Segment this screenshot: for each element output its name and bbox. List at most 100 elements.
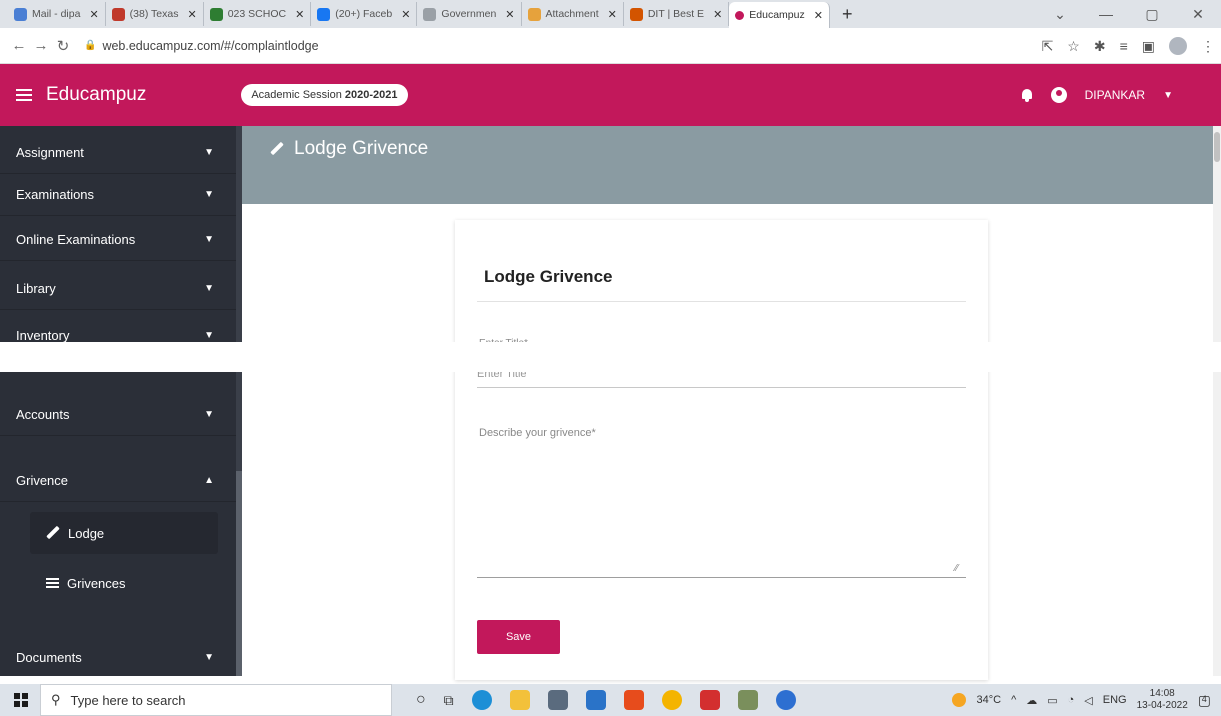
help-icon[interactable] (775, 690, 796, 710)
profile-avatar[interactable] (1169, 37, 1187, 55)
battery-icon[interactable]: ▭ (1047, 694, 1057, 707)
reload-icon[interactable]: ↻ (52, 37, 74, 55)
restore-icon[interactable]: ▢ (1129, 6, 1175, 23)
browser-tab-active[interactable]: Educampuz ✕ (729, 1, 830, 29)
sidebar-subitem-grivences[interactable]: Grivences (30, 562, 218, 604)
academic-session-badge[interactable]: Academic Session 2020-2021 (241, 84, 408, 106)
clock-date: 13-04-2022 (1136, 700, 1188, 711)
tab-label: DIT | Best E (647, 8, 705, 20)
sidebar-item-label: Examinations (16, 187, 95, 202)
chevron-down-icon: ▼ (204, 234, 214, 245)
extensions-icon[interactable]: ✱ (1094, 38, 1106, 55)
browser-tab[interactable]: Attachment ✕ (522, 2, 624, 26)
sidebar-subitem-lodge[interactable]: Lodge (30, 512, 218, 554)
weather-icon[interactable] (952, 693, 967, 707)
chevron-up-icon[interactable]: ^ (1011, 694, 1016, 706)
close-tab-icon[interactable]: ✕ (713, 8, 722, 21)
lock-icon: 🔒 (84, 40, 97, 51)
cloud-icon[interactable]: ☁ (1026, 694, 1037, 707)
file-explorer-icon[interactable] (509, 690, 530, 710)
back-icon[interactable]: ← (8, 37, 30, 54)
sidebar-item-label: Accounts (16, 407, 70, 422)
volume-icon[interactable]: ◁ (1084, 694, 1092, 707)
share-icon[interactable]: ⇱ (1042, 38, 1054, 55)
mail-icon[interactable] (585, 690, 606, 710)
reading-list-icon[interactable]: ≡ (1120, 38, 1128, 54)
new-tab-button[interactable]: + (830, 4, 865, 25)
scrollbar-thumb[interactable] (1214, 132, 1220, 162)
close-tab-icon[interactable]: ✕ (814, 9, 823, 22)
close-tab-icon[interactable]: ✕ (295, 8, 304, 21)
user-name[interactable]: DIPANKAR (1085, 88, 1145, 102)
close-tab-icon[interactable]: ✕ (505, 8, 514, 21)
acrobat-icon[interactable] (699, 690, 720, 710)
tab-label: (38) Texas (129, 8, 179, 20)
notification-center-icon[interactable]: ▢ 4 (1198, 692, 1211, 709)
sidebar: Assignment ▼ Examinations ▼ Online Examina… (0, 126, 236, 676)
clock[interactable]: 14:08 13-04-2022 (1137, 688, 1188, 712)
network-icon[interactable]: ◔ (1068, 694, 1075, 706)
cortana-icon[interactable]: ○ (416, 691, 426, 709)
user-account-icon[interactable] (1050, 87, 1067, 103)
tab-label: (20+) Faceb (335, 8, 393, 20)
sidebar-item-label: Assignment (16, 145, 84, 160)
educampuz-favicon-icon (735, 10, 745, 20)
page-title: Lodge Grivence (294, 138, 429, 159)
sidebar-item-assignment[interactable]: Assignment ▼ (0, 132, 236, 174)
header-actions: DIPANKAR ▼ (1021, 64, 1173, 126)
sidebar-item-library[interactable]: Library ▼ (0, 268, 236, 310)
sidebar-item-accounts[interactable]: Accounts ▼ (0, 394, 236, 436)
task-view-icon[interactable]: ⧉ (444, 692, 454, 709)
system-tray: 34°C ^ ☁ ▭ ◔ ◁ ENG 14:08 13-04-2022 ▢ 4 (952, 684, 1211, 716)
office-icon[interactable] (623, 690, 644, 710)
scrollbar-thumb[interactable] (236, 471, 242, 676)
bookmark-star-icon[interactable]: ☆ (1067, 38, 1080, 55)
sidebar-item-label: Library (16, 281, 56, 296)
chevron-down-icon[interactable]: ▼ (1163, 90, 1173, 101)
url-field[interactable]: 🔒 web.educampuz.com/#/complaintlodge (84, 39, 319, 53)
forward-icon[interactable]: → (30, 37, 52, 54)
sidebar-item-documents[interactable]: Documents ▼ (0, 637, 236, 676)
minimize-icon[interactable]: — (1083, 6, 1129, 22)
close-tab-icon[interactable]: ✕ (401, 8, 410, 21)
chrome-icon[interactable] (661, 690, 682, 710)
window-controls: ⌄ — ▢ ✕ (1037, 0, 1221, 28)
close-tab-icon[interactable]: ✕ (188, 8, 197, 21)
address-bar: ← → ↻ 🔒 web.educampuz.com/#/complaintlod… (0, 28, 1221, 64)
content-scrollbar[interactable] (1213, 126, 1221, 676)
browser-tab[interactable]: Governmen ✕ (417, 2, 522, 26)
language-indicator[interactable]: ENG (1103, 694, 1127, 706)
save-button[interactable]: Save (477, 620, 560, 654)
app-brand[interactable]: Educampuz (46, 84, 146, 106)
sidebar-item-online-examinations[interactable]: Online Examinations ▼ (0, 219, 236, 261)
dit-favicon-icon (629, 7, 643, 21)
browser-tab[interactable]: Mail - dipa ✕ (8, 2, 106, 26)
sidebar-item-grivence[interactable]: Grivence ▲ (0, 460, 236, 502)
close-window-icon[interactable]: ✕ (1175, 6, 1221, 23)
browser-tab[interactable]: 023 SCHOC ✕ (204, 2, 312, 26)
edge-icon[interactable] (471, 690, 492, 710)
notification-bell-icon[interactable] (1021, 88, 1033, 102)
close-tab-icon[interactable]: ✕ (89, 8, 98, 21)
resize-handle-icon[interactable]: ⁄⁄ (955, 563, 958, 574)
description-textarea[interactable]: Describe your grivence* (479, 427, 596, 439)
weather-temp[interactable]: 34°C (976, 694, 1001, 706)
browser-tab[interactable]: (20+) Faceb ✕ (311, 2, 418, 26)
windows-start-icon[interactable] (14, 693, 28, 707)
sidebar-scrollbar[interactable] (236, 126, 242, 676)
browser-tab[interactable]: DIT | Best E ✕ (624, 2, 730, 26)
attachment-favicon-icon (527, 7, 541, 21)
paint-icon[interactable] (737, 690, 758, 710)
hamburger-menu-icon[interactable] (16, 89, 32, 101)
tab-search-icon[interactable]: ⌄ (1037, 6, 1083, 23)
side-panel-icon[interactable]: ▣ (1142, 38, 1155, 55)
close-tab-icon[interactable]: ✕ (608, 8, 617, 21)
taskbar-apps: ○ ⧉ (416, 690, 796, 710)
sidebar-item-examinations[interactable]: Examinations ▼ (0, 174, 236, 216)
chevron-down-icon: ▼ (204, 189, 214, 200)
browser-tab[interactable]: (38) Texas ✕ (106, 2, 204, 26)
store-icon[interactable] (547, 690, 568, 710)
menu-icon[interactable]: ⋮ (1201, 38, 1215, 55)
taskbar-search[interactable]: ⚲ Type here to search (40, 684, 392, 716)
mail-favicon-icon (14, 7, 27, 21)
